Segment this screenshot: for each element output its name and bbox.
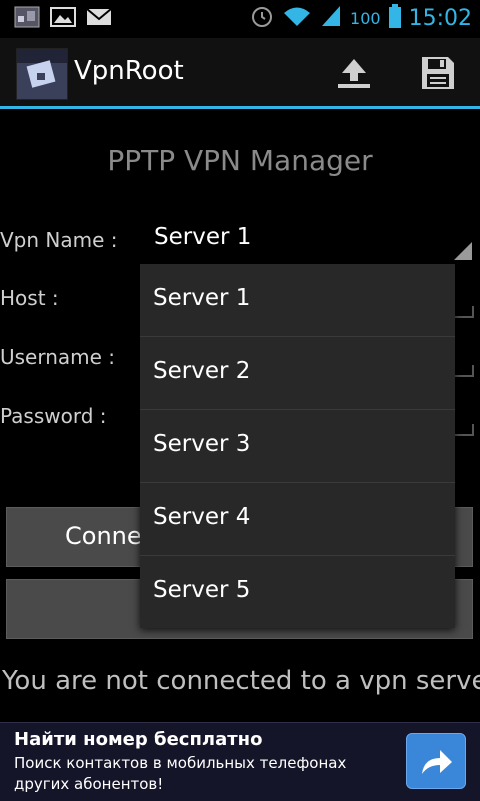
notification-icons <box>14 6 112 28</box>
ad-title: Найти номер бесплатно <box>14 729 263 750</box>
vpn-name-spinner[interactable]: Server 1 <box>142 220 474 260</box>
connection-status: You are not connected to a vpn server <box>2 666 480 696</box>
dropdown-option-server-5[interactable]: Server 5 <box>140 556 455 628</box>
dropdown-option-server-1[interactable]: Server 1 <box>140 264 455 337</box>
dropdown-option-server-4[interactable]: Server 4 <box>140 483 455 556</box>
vpn-name-selected: Server 1 <box>154 224 252 250</box>
dropdown-option-label: Server 3 <box>153 431 251 457</box>
ad-open-button[interactable] <box>406 733 466 789</box>
app-title: VpnRoot <box>74 56 184 86</box>
vpn-name-dropdown: Server 1 Server 2 Server 3 Server 4 Serv… <box>140 264 455 628</box>
alarm-icon <box>250 4 274 32</box>
save-icon <box>422 57 454 89</box>
dropdown-option-label: Server 4 <box>153 504 251 530</box>
spinner-arrow-icon <box>454 242 472 260</box>
dropdown-option-label: Server 5 <box>153 577 251 603</box>
battery-icon <box>388 4 401 32</box>
dropdown-option-server-3[interactable]: Server 3 <box>140 410 455 483</box>
save-button[interactable] <box>418 54 458 92</box>
dropdown-option-label: Server 2 <box>153 358 251 384</box>
upload-button[interactable] <box>334 54 374 92</box>
upload-icon <box>338 59 370 88</box>
system-icons: 100 15:02 <box>250 4 472 32</box>
status-bar: 100 15:02 <box>0 0 480 38</box>
app-icon[interactable] <box>16 48 68 100</box>
share-arrow-icon <box>422 750 452 774</box>
action-bar: VpnRoot <box>0 38 480 109</box>
connect-button-label: Conne <box>65 522 142 550</box>
wifi-icon <box>282 4 312 32</box>
ad-banner[interactable]: Найти номер бесплатно Поиск контактов в … <box>0 722 480 801</box>
gallery-icon <box>50 6 76 28</box>
dropdown-option-server-2[interactable]: Server 2 <box>140 337 455 410</box>
page-title: PPTP VPN Manager <box>107 144 373 177</box>
vpn-name-label: Vpn Name : <box>0 228 118 252</box>
signal-icon <box>320 4 342 32</box>
clock: 15:02 <box>408 5 472 31</box>
battery-level: 100 <box>350 8 381 28</box>
username-label: Username : <box>0 345 116 369</box>
photo-thumbnail-icon <box>14 6 40 28</box>
dropdown-option-label: Server 1 <box>153 285 251 311</box>
mail-icon <box>86 6 112 28</box>
host-label: Host : <box>0 286 59 310</box>
ad-subtitle: Поиск контактов в мобильных телефонах др… <box>14 754 347 793</box>
password-label: Password : <box>0 404 107 428</box>
